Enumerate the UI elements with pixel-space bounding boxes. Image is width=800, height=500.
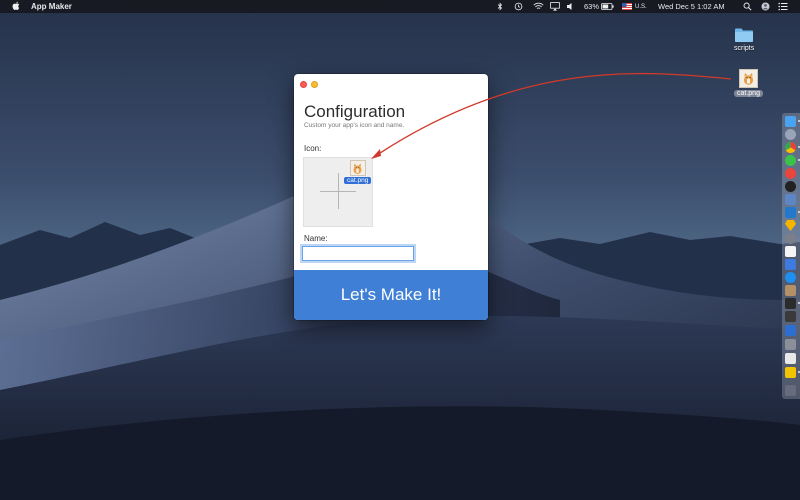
dragged-file-label: cat.png [344,177,372,184]
script-editor-icon[interactable] [785,353,796,364]
vscode-icon[interactable] [785,207,796,218]
desktop-folder-scripts[interactable]: scripts [734,27,754,52]
battery-percentage: 63% [584,2,600,11]
sketch-icon[interactable] [785,220,796,231]
name-field-label: Name: [304,234,328,243]
photos-icon[interactable] [785,285,796,296]
terminal-icon[interactable] [785,298,796,309]
airplay-icon[interactable] [550,2,560,11]
alfred-icon[interactable] [785,233,796,244]
app-menu-name[interactable]: App Maker [31,2,72,11]
bluetooth-icon[interactable] [497,2,503,11]
wifi-icon[interactable] [533,2,544,11]
dock [782,113,800,399]
notification-center-icon[interactable] [778,2,788,11]
menubar-clock[interactable]: Wed Dec 5 1:02 AM [658,0,725,13]
maps-icon[interactable] [785,259,796,270]
desktop-file-cat[interactable]: cat.png [734,69,763,97]
finder-window-icon[interactable] [785,339,796,350]
system-preferences-icon[interactable] [785,325,796,336]
qq-icon[interactable] [785,181,796,192]
volume-icon[interactable] [566,2,575,11]
user-icon[interactable] [761,2,770,11]
input-source-label[interactable]: U.S. [635,0,647,13]
plus-icon [338,173,339,209]
trash-icon[interactable] [785,385,796,396]
cat-image-icon [738,69,758,88]
console-icon[interactable] [785,367,796,378]
page-title: Configuration [304,102,406,121]
textedit-icon[interactable] [785,246,796,257]
page-subtitle: Custom your app's icon and name. [304,122,405,129]
search-icon[interactable] [743,2,752,11]
weibo-icon[interactable] [785,168,796,179]
app-store-icon[interactable] [785,272,796,283]
desktop-file-label: cat.png [734,90,763,97]
desktop-folder-label: scripts [734,45,755,52]
name-input[interactable] [302,246,414,261]
chrome-icon[interactable] [785,142,796,153]
cat-image-icon [349,160,366,176]
time-machine-icon[interactable] [514,2,523,11]
apple-icon[interactable] [12,1,21,11]
icon-field-label: Icon: [304,144,322,153]
window-minimize-button[interactable] [311,81,318,88]
dragged-file-ghost: cat.png [344,160,372,184]
app-maker-window: Configuration Custom your app's icon and… [294,74,488,320]
flag-icon[interactable] [622,3,632,10]
preview-icon[interactable] [785,194,796,205]
activity-monitor-icon[interactable] [785,311,796,322]
wechat-icon[interactable] [785,155,796,166]
lets-make-it-button[interactable]: Let's Make It! [294,270,488,320]
folder-icon [735,28,754,42]
menu-bar: App Maker 63% U.S. Wed Dec 5 1:02 AM [0,0,800,13]
battery-icon[interactable] [601,3,614,10]
window-close-button[interactable] [300,81,307,88]
launchpad-icon[interactable] [785,129,796,140]
finder-icon[interactable] [785,116,796,127]
icon-drop-well[interactable]: cat.png [303,157,373,227]
